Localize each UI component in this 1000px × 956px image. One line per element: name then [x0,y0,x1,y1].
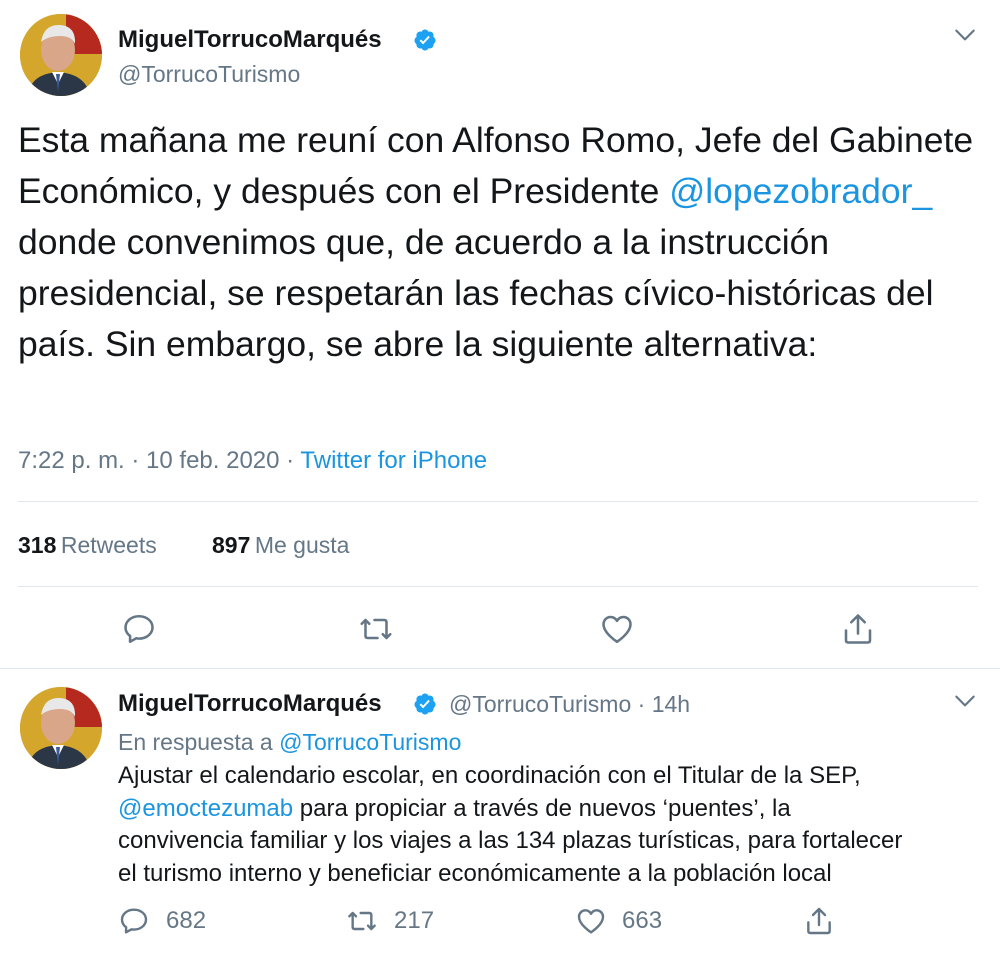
like-icon[interactable] [575,905,607,937]
author-name[interactable]: MiguelTorrucoMarqués [118,26,382,54]
reply-text-line: el turismo interno y beneficiar económic… [118,859,832,887]
reply-author-avatar[interactable] [20,687,102,769]
tweet-text: Esta mañana me reuní con Alfonso Romo, J… [18,115,978,370]
divider [18,586,978,587]
reply-author-handle[interactable]: @TorrucoTurismo [449,691,631,717]
author-handle[interactable]: @TorrucoTurismo [118,61,300,88]
chevron-down-icon[interactable] [952,22,978,48]
like-count: 663 [622,907,663,934]
tweet-separator [0,668,1000,669]
tweet-text-part: donde convenimos que, de acuerdo a la in… [18,222,934,364]
reply-author-meta: @TorrucoTurismo · 14h [449,691,690,718]
retweet-icon[interactable] [358,611,394,647]
reply-text-line: convivencia familiar y los viajes a las … [118,827,903,854]
author-avatar[interactable] [20,14,102,96]
reply-time-ago[interactable]: · 14h [638,691,690,717]
reply-author-name[interactable]: MiguelTorrucoMarqués [118,690,382,717]
divider [18,501,978,502]
replying-prefix: En respuesta a [118,729,280,755]
avatar-photo [20,14,102,96]
retweet-icon[interactable] [346,905,378,937]
replying-to: En respuesta a @TorrucoTurismo [118,729,461,756]
likes-count: 897 [212,532,251,558]
verified-badge-icon [414,693,436,715]
reply-count: 682 [166,907,207,934]
tweet-timestamp[interactable]: 7:22 p. m. · 10 feb. 2020 · [18,447,300,474]
verified-badge-icon [414,29,436,51]
reply-icon[interactable] [121,611,157,647]
mention-link[interactable]: @lopezobrador_ [669,171,932,211]
share-icon[interactable] [803,905,835,937]
likes-stat[interactable]: 897 Me gusta [212,532,349,559]
retweet-count: 217 [394,907,435,934]
retweets-count: 318 [18,532,57,558]
reply-header: MiguelTorrucoMarqués [118,690,382,718]
tweet-source-link[interactable]: Twitter for iPhone [300,447,487,474]
replying-to-link[interactable]: @TorrucoTurismo [279,729,461,755]
reply-text-part: para propiciar a través de nuevos ‘puent… [293,794,791,822]
mention-link[interactable]: @emoctezumab [118,795,293,822]
tweet-meta: 7:22 p. m. · 10 feb. 2020 · Twitter for … [18,447,487,475]
reply-text-line: @emoctezumab para propiciar a través de … [118,793,988,826]
retweets-label: Retweets [60,532,157,558]
reply-icon[interactable] [118,905,150,937]
chevron-down-icon[interactable] [952,688,978,714]
retweets-stat[interactable]: 318 Retweets [18,532,157,559]
avatar-photo [20,687,102,769]
reply-text-line: Ajustar el calendario escolar, en coordi… [118,762,861,789]
share-icon[interactable] [840,611,876,647]
like-icon[interactable] [599,611,635,647]
likes-label: Me gusta [254,532,350,558]
reply-text: Ajustar el calendario escolar, en coordi… [118,760,988,890]
